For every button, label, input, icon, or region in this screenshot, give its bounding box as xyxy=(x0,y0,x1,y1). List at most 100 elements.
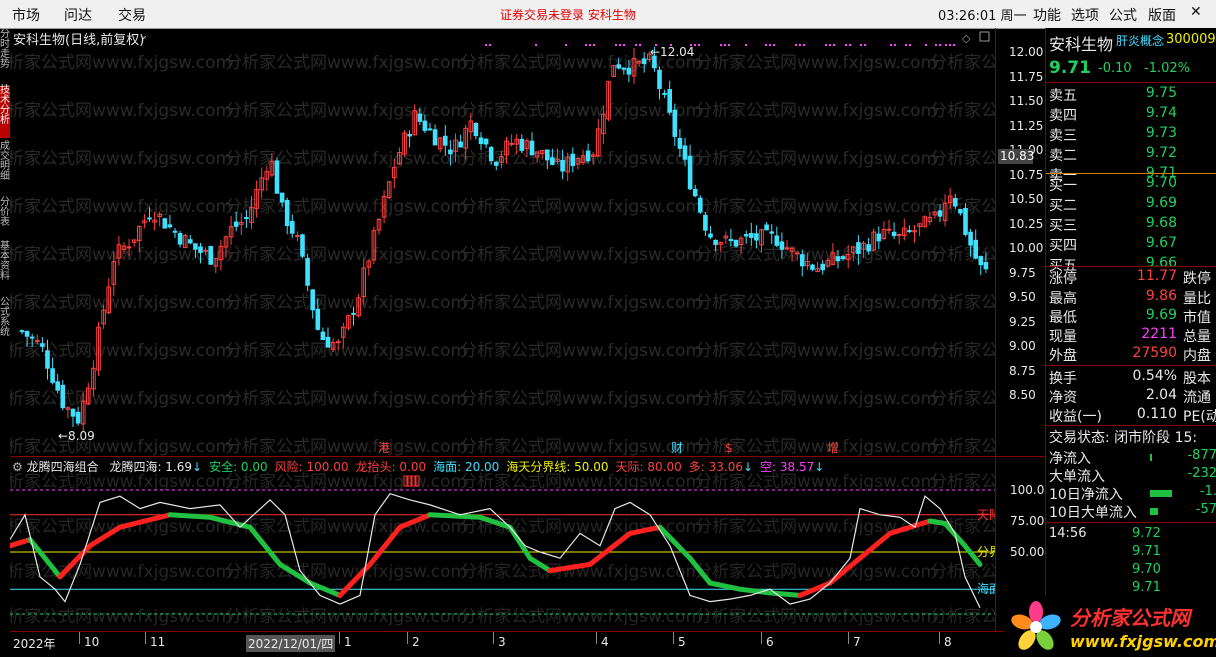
tab-formula[interactable]: 公式系统 xyxy=(0,298,10,350)
price-tick-label: 10.25 xyxy=(1009,216,1044,231)
price-tick-label: 10.75 xyxy=(1009,167,1044,182)
watermark-text: 分析家公式网www.fxjgsw.com xyxy=(10,197,232,217)
row-label-right: 总量 xyxy=(1183,329,1211,345)
line-label: 海面 xyxy=(977,581,995,596)
candle-body xyxy=(570,153,576,166)
flow-value: -57 xyxy=(1195,502,1216,517)
indicator-item: 海面: 20.00 xyxy=(433,460,500,474)
arrow-down-icon: ↓ xyxy=(814,460,825,474)
watermark-text: 分析家公式网www.fxjgsw.com xyxy=(10,293,232,313)
price-tick-label: 10.50 xyxy=(1009,192,1044,206)
watermark-text: 分析家公式网www.fxjgsw.com xyxy=(930,341,995,361)
candle-body xyxy=(50,368,55,383)
stock-concept[interactable]: 肝炎概念 xyxy=(1116,32,1164,49)
event-tag[interactable]: 增 xyxy=(827,441,839,455)
row-label: 最低 xyxy=(1049,310,1077,326)
menu-function[interactable]: 功能 xyxy=(1033,5,1061,25)
candle-body xyxy=(794,252,800,255)
stock-name: 安科生物 xyxy=(1049,35,1114,54)
event-tag[interactable]: 财 xyxy=(671,441,683,455)
indicator-item: 安全: 0.00 xyxy=(209,460,268,474)
diamond-icon[interactable]: ◇ xyxy=(962,32,971,45)
tab-technical[interactable]: 技术分析 xyxy=(0,86,10,138)
watermark-text: 分析家公式网www.fxjgsw.com xyxy=(225,341,467,361)
stat-row: 换手 0.54% 股本 xyxy=(1046,368,1216,387)
candle-body xyxy=(167,224,173,228)
price-tick-label: 10.00 xyxy=(1009,241,1044,255)
price-tick-label: 11.75 xyxy=(1009,69,1044,84)
candle-body xyxy=(75,411,81,424)
tab-deals[interactable]: 成交明细 xyxy=(0,142,10,194)
price-tick-label: 12.00 xyxy=(1009,45,1044,59)
candle-body xyxy=(325,336,331,348)
watermark-text: 分析家公式网www.fxjgsw.com xyxy=(460,389,702,409)
candle-body xyxy=(708,233,713,238)
candle-body xyxy=(233,221,239,227)
date-tick xyxy=(596,632,597,644)
watermark-text: 分析家公式网www.fxjgsw.com xyxy=(10,389,232,409)
price-tick-label: 11.50 xyxy=(1009,94,1044,108)
price-tick-label: 9.50 xyxy=(1009,290,1036,304)
watermark-text: 分析家公式网www.fxjgsw.com xyxy=(695,517,937,537)
menu-wenda[interactable]: 问达 xyxy=(64,5,92,25)
tab-fundamentals[interactable]: 基本资料 xyxy=(0,242,10,294)
row-value: 9.73 xyxy=(1145,125,1177,141)
menu-formula[interactable]: 公式 xyxy=(1109,5,1137,25)
candlestick-chart[interactable]: 安科生物(日线,前复权) ⌄ 分析家公式网www.fxjgsw.com 分析家公式… xyxy=(10,28,995,456)
ask-row: 卖五 9.75 xyxy=(1046,85,1216,104)
row-label: 净资 xyxy=(1049,390,1077,406)
candle-body xyxy=(616,64,622,69)
candle-body xyxy=(208,246,213,265)
candle-body xyxy=(687,155,693,190)
row-value: 9.86 xyxy=(1145,288,1177,304)
menu-options[interactable]: 选项 xyxy=(1071,5,1099,25)
flow-bar xyxy=(1150,490,1172,497)
candle-body xyxy=(728,239,734,242)
candle-body xyxy=(300,234,305,257)
candle-body xyxy=(662,92,667,95)
row-value: 0.54% xyxy=(1132,368,1177,384)
divider xyxy=(1046,266,1216,267)
price-change-pct: -1.02% xyxy=(1144,61,1190,76)
watermark-text: 分析家公式网www.fxjgsw.com xyxy=(225,437,467,456)
watermark-text: 分析家公式网www.fxjgsw.com xyxy=(930,149,995,169)
menu-market[interactable]: 市场 xyxy=(12,5,40,25)
flow-label: 大单流入 xyxy=(1049,469,1105,485)
tick-price: 9.71 xyxy=(1132,544,1161,559)
row-label-right: 跌停 xyxy=(1183,271,1211,287)
row-label: 买四 xyxy=(1049,238,1077,254)
date-label: 8 xyxy=(944,635,952,649)
arrow-down-icon: ↓ xyxy=(192,460,203,474)
menu-trade[interactable]: 交易 xyxy=(118,5,146,25)
watermark-text: 分析家公式网www.fxjgsw.com xyxy=(225,53,467,73)
flow-bar xyxy=(1150,454,1152,461)
candle-body xyxy=(743,234,749,237)
row-label: 涨停 xyxy=(1049,271,1077,287)
flow-label: 净流入 xyxy=(1049,451,1091,467)
watermark-text: 分析家公式网www.fxjgsw.com xyxy=(225,101,467,121)
candle-body xyxy=(953,198,958,207)
candle-body xyxy=(290,221,295,234)
price-tick-label: 11.25 xyxy=(1009,118,1044,133)
candle-body xyxy=(733,239,739,247)
stat-row: 收益(一) 0.110 PE(动) xyxy=(1046,406,1216,425)
watermark-text: 分析家公式网www.fxjgsw.com xyxy=(10,437,232,456)
trend-segment xyxy=(167,512,213,520)
tab-price-table[interactable]: 分价表 xyxy=(0,198,10,238)
menu-layout[interactable]: 版面 xyxy=(1148,5,1176,25)
watermark-text: 分析家公式网www.fxjgsw.com xyxy=(695,389,937,409)
tab-intraday[interactable]: 分时走势 xyxy=(0,30,10,82)
event-tag[interactable]: 港 xyxy=(378,441,390,455)
settings-icon[interactable]: ⚙ xyxy=(12,460,23,474)
candle-body xyxy=(203,249,208,252)
ask-row: 卖二 9.72 xyxy=(1046,145,1216,164)
close-icon[interactable]: ✕ xyxy=(1190,4,1202,20)
candle-body xyxy=(698,197,703,213)
trend-segment xyxy=(10,537,33,549)
candle-body xyxy=(177,233,183,245)
event-tag[interactable]: $ xyxy=(725,441,733,455)
date-tick xyxy=(493,632,494,644)
indicator-chart[interactable]: 分析家公式网www.fxjgsw.com 分析家公式网www.fxjgsw.com… xyxy=(10,456,995,632)
stat-row: 最高 9.86 量比 xyxy=(1046,288,1216,307)
watermark-text: 分析家公式网www.fxjgsw.com xyxy=(930,472,995,492)
